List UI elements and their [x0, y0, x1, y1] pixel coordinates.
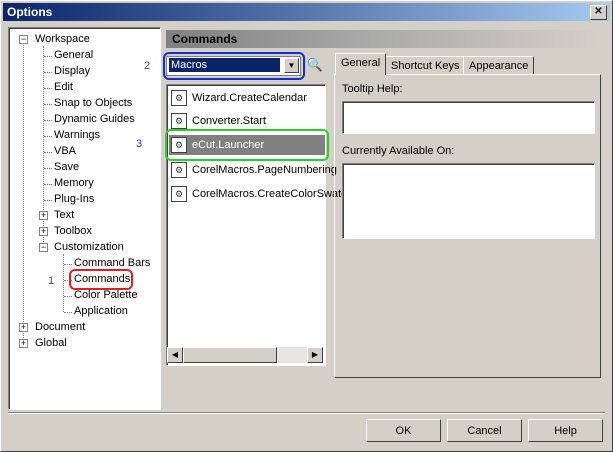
- available-on-list[interactable]: [342, 163, 595, 239]
- expand-icon[interactable]: +: [39, 211, 48, 220]
- tree-line: [44, 152, 52, 153]
- ok-button[interactable]: OK: [366, 419, 441, 442]
- macro-icon: ⚙: [171, 186, 187, 203]
- commands-header: Commands: [166, 30, 601, 48]
- scroll-thumb[interactable]: [183, 347, 277, 363]
- tree-line: [44, 136, 52, 137]
- title-bar: Options ✕: [3, 3, 610, 21]
- tree-item-document[interactable]: Document: [35, 319, 85, 335]
- tab-appearance[interactable]: Appearance: [463, 56, 535, 75]
- macro-icon: ⚙: [171, 90, 187, 107]
- tree-item-customization[interactable]: Customization: [54, 239, 124, 255]
- tooltip-help-label: Tooltip Help:: [342, 83, 403, 95]
- annotation-label-2: 2: [144, 60, 151, 72]
- expand-icon[interactable]: +: [19, 323, 28, 332]
- annotation-label-1: 1: [48, 275, 55, 287]
- help-button[interactable]: Help: [528, 419, 603, 442]
- tree-line: [44, 168, 52, 169]
- close-button[interactable]: ✕: [590, 5, 607, 20]
- macro-icon: ⚙: [171, 113, 187, 130]
- tree-item-save[interactable]: Save: [54, 159, 79, 175]
- annotation-ring-green: [165, 129, 329, 161]
- scroll-left-icon[interactable]: ◀: [167, 347, 183, 363]
- tree-line: [23, 38, 24, 344]
- tree-item-text[interactable]: Text: [54, 207, 74, 223]
- tree-line: [44, 72, 52, 73]
- list-item-label: Converter.Start: [192, 115, 266, 127]
- collapse-icon[interactable]: −: [39, 243, 48, 252]
- available-on-label: Currently Available On:: [342, 145, 455, 157]
- macro-icon: ⚙: [171, 162, 187, 179]
- tree-line: [44, 200, 52, 201]
- collapse-icon[interactable]: −: [19, 35, 28, 44]
- annotation-ring-red: [69, 269, 133, 290]
- tree-line: [63, 254, 64, 312]
- tree-item-general[interactable]: General: [54, 47, 93, 63]
- general-tab-panel: Tooltip Help: Currently Available On:: [334, 74, 601, 378]
- tree-item-vba[interactable]: VBA: [54, 143, 76, 159]
- tree-line: [44, 56, 52, 57]
- list-item-label: CorelMacros.PageNumbering: [192, 164, 337, 176]
- horizontal-scrollbar[interactable]: ◀ ▶: [167, 347, 323, 363]
- command-list[interactable]: ⚙ Wizard.CreateCalendar ⚙ Converter.Start …: [166, 84, 353, 366]
- find-icon[interactable]: 🔍: [305, 55, 325, 75]
- page-title: Commands: [172, 32, 238, 46]
- divider: [8, 412, 605, 414]
- window-title: Options: [7, 5, 53, 19]
- cancel-button[interactable]: Cancel: [447, 419, 522, 442]
- expand-icon[interactable]: +: [39, 227, 48, 236]
- tree-item-application[interactable]: Application: [74, 303, 128, 319]
- tree-item-plug-ins[interactable]: Plug-Ins: [54, 191, 94, 207]
- tooltip-help-field[interactable]: [342, 101, 595, 134]
- tree-line: [64, 264, 72, 265]
- list-item-label: CorelMacros.CreateColorSwatch: [192, 188, 353, 200]
- tree-line: [44, 88, 52, 89]
- list-item[interactable]: ⚙ Converter.Start: [171, 111, 266, 131]
- tab-shortcut-keys[interactable]: Shortcut Keys: [385, 56, 466, 75]
- tree-item-snap-to-objects[interactable]: Snap to Objects: [54, 95, 132, 111]
- tree-item-dynamic-guides[interactable]: Dynamic Guides: [54, 111, 135, 127]
- tree-line: [64, 296, 72, 297]
- tree-line: [64, 312, 72, 313]
- list-item[interactable]: ⚙ Wizard.CreateCalendar: [171, 88, 307, 108]
- tree-item-display[interactable]: Display: [54, 63, 90, 79]
- expand-icon[interactable]: +: [19, 339, 28, 348]
- tree-item-workspace[interactable]: Workspace: [35, 31, 90, 47]
- tree-item-toolbox[interactable]: Toolbox: [54, 223, 92, 239]
- list-item-label: Wizard.CreateCalendar: [192, 92, 307, 104]
- options-tree[interactable]: − Workspace General Display Edit Snap to…: [8, 27, 161, 410]
- tree-line: [44, 120, 52, 121]
- annotation-ring-blue: [163, 52, 305, 80]
- tree-item-memory[interactable]: Memory: [54, 175, 94, 191]
- list-item[interactable]: ⚙ CorelMacros.CreateColorSwatch: [171, 184, 353, 204]
- tree-item-global[interactable]: Global: [35, 335, 67, 351]
- tab-general[interactable]: General: [335, 53, 387, 75]
- tree-line: [44, 184, 52, 185]
- annotation-label-3: 3: [136, 138, 143, 150]
- scroll-right-icon[interactable]: ▶: [307, 347, 323, 363]
- tree-line: [44, 104, 52, 105]
- tree-item-edit[interactable]: Edit: [54, 79, 73, 95]
- tree-item-warnings[interactable]: Warnings: [54, 127, 100, 143]
- list-item[interactable]: ⚙ CorelMacros.PageNumbering: [171, 160, 337, 180]
